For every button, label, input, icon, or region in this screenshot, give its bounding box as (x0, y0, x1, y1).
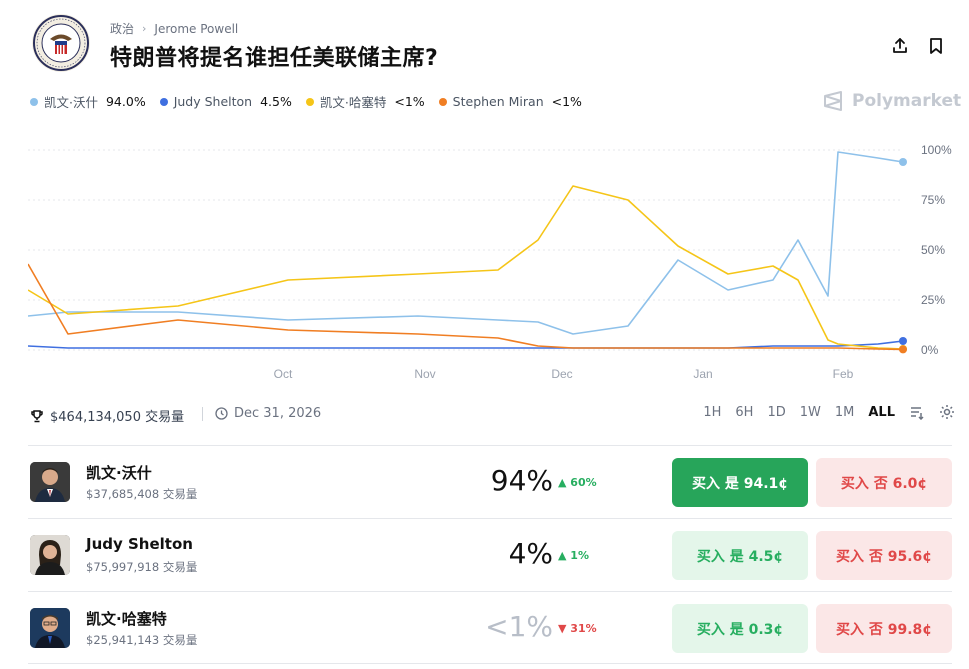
x-tick-label: Nov (414, 367, 435, 381)
outcome-name[interactable]: 凯文·沃什 (86, 462, 152, 483)
legend-name: 凯文·哈塞特 (319, 95, 387, 110)
legend-item: Stephen Miran <1% (438, 94, 582, 109)
bookmark-icon[interactable] (926, 36, 946, 56)
legend-value: <1% (551, 94, 582, 109)
breadcrumb-tag[interactable]: Jerome Powell (154, 22, 238, 36)
buy-no-button[interactable]: 买入 否 99.8¢ (816, 604, 952, 653)
series-line[interactable] (28, 340, 904, 349)
legend-item: Judy Shelton 4.5% (159, 94, 292, 109)
breadcrumb: 政治 › Jerome Powell (110, 20, 238, 37)
federal-reserve-seal-image (32, 14, 90, 72)
buy-yes-button[interactable]: 买入 是 94.1¢ (672, 458, 808, 507)
y-tick-label: 50% (921, 243, 945, 257)
legend-dot (438, 97, 447, 106)
series-end-point (899, 345, 907, 354)
buy-yes-button[interactable]: 买入 是 0.3¢ (672, 604, 808, 653)
legend-dot (30, 97, 38, 106)
outcome-row[interactable]: 凯文·沃什 $37,685,408 交易量 94% ▲ 60% 买入 是 94.… (28, 445, 952, 518)
total-volume: $464,134,050 交易量 (50, 410, 185, 425)
range-1d[interactable]: 1D (767, 405, 785, 420)
probability-change: ▲ 1% (558, 549, 589, 562)
time-range-selector: 1H 6H 1D 1W 1M ALL (703, 404, 955, 420)
avatar (30, 608, 70, 648)
market-stats-bar: $464,134,050 交易量 Dec 31, 2026 1H 6H 1D 1… (30, 404, 955, 426)
price-history-chart[interactable]: 0% 25% 50% 75% 100% Oct Nov Dec Jan Feb (28, 140, 958, 385)
legend-name: 凯文·沃什 (44, 95, 98, 110)
probability-change: ▲ 60% (558, 476, 597, 489)
y-tick-label: 0% (921, 343, 939, 357)
breadcrumb-category[interactable]: 政治 (110, 20, 134, 37)
probability-change: ▼ 31% (558, 622, 597, 635)
range-1w[interactable]: 1W (800, 405, 821, 420)
outcome-name[interactable]: Judy Shelton (86, 535, 193, 553)
outcome-row[interactable]: 凯文·哈塞特 $25,941,143 交易量 <1% ▼ 31% 买入 是 0.… (28, 591, 952, 664)
chevron-right-icon: › (142, 22, 147, 35)
legend-dot (159, 97, 168, 106)
outcome-probability: 4% (508, 537, 553, 570)
share-icon[interactable] (890, 36, 910, 56)
outcome-volume: $37,685,408 交易量 (86, 487, 198, 501)
legend-value: 94.0% (105, 94, 146, 109)
buy-no-button[interactable]: 买入 否 6.0¢ (816, 458, 952, 507)
y-tick-label: 75% (921, 193, 945, 207)
buy-yes-button[interactable]: 买入 是 4.5¢ (672, 531, 808, 580)
outcome-row[interactable]: Judy Shelton $75,997,918 交易量 4% ▲ 1% 买入 … (28, 518, 952, 591)
outcome-volume: $75,997,918 交易量 (86, 560, 198, 574)
chart-legend: 凯文·沃什 94.0% Judy Shelton 4.5% 凯文·哈塞特 <1%… (30, 92, 582, 111)
range-all[interactable]: ALL (868, 405, 895, 420)
legend-name: Stephen Miran (452, 94, 544, 109)
legend-value: <1% (394, 94, 425, 109)
x-tick-label: Feb (833, 367, 854, 381)
legend-name: Judy Shelton (173, 94, 253, 109)
avatar (30, 462, 70, 502)
x-tick-label: Oct (274, 367, 293, 381)
series-line[interactable] (28, 185, 904, 350)
legend-dot (305, 97, 314, 106)
outcomes-list: 凯文·沃什 $37,685,408 交易量 94% ▲ 60% 买入 是 94.… (28, 445, 952, 664)
brand-name: Polymarket (852, 91, 962, 111)
outcome-probability: 94% (490, 464, 553, 497)
y-tick-label: 100% (921, 143, 952, 157)
series-end-point (899, 158, 907, 166)
legend-item: 凯文·沃什 94.0% (30, 92, 146, 111)
avatar (30, 535, 70, 575)
series-end-point (899, 337, 907, 345)
x-tick-label: Jan (693, 367, 712, 381)
volume-stat: $464,134,050 交易量 (30, 406, 184, 425)
outcome-probability: <1% (485, 610, 553, 643)
clock-icon (215, 407, 228, 420)
x-tick-label: Dec (551, 367, 572, 381)
divider (202, 406, 203, 421)
legend-item: 凯文·哈塞特 <1% (305, 92, 425, 111)
outcome-volume: $25,941,143 交易量 (86, 633, 198, 647)
market-header: 政治 › Jerome Powell 特朗普将提名谁担任美联储主席? (32, 14, 952, 74)
market-title: 特朗普将提名谁担任美联储主席? (110, 46, 439, 71)
y-tick-label: 25% (921, 293, 945, 307)
polymarket-logo-icon (824, 91, 842, 111)
sort-lines-icon[interactable] (909, 404, 925, 420)
polymarket-logo: Polymarket (822, 90, 961, 112)
settings-gear-icon[interactable] (939, 404, 955, 420)
buy-no-button[interactable]: 买入 否 95.6¢ (816, 531, 952, 580)
legend-value: 4.5% (260, 94, 292, 109)
range-1h[interactable]: 1H (703, 405, 721, 420)
outcome-name[interactable]: 凯文·哈塞特 (86, 608, 167, 629)
end-date: Dec 31, 2026 (234, 406, 322, 421)
range-1m[interactable]: 1M (835, 405, 855, 420)
trophy-icon (31, 409, 43, 422)
end-date-stat: Dec 31, 2026 (202, 406, 321, 421)
range-6h[interactable]: 6H (735, 405, 753, 420)
